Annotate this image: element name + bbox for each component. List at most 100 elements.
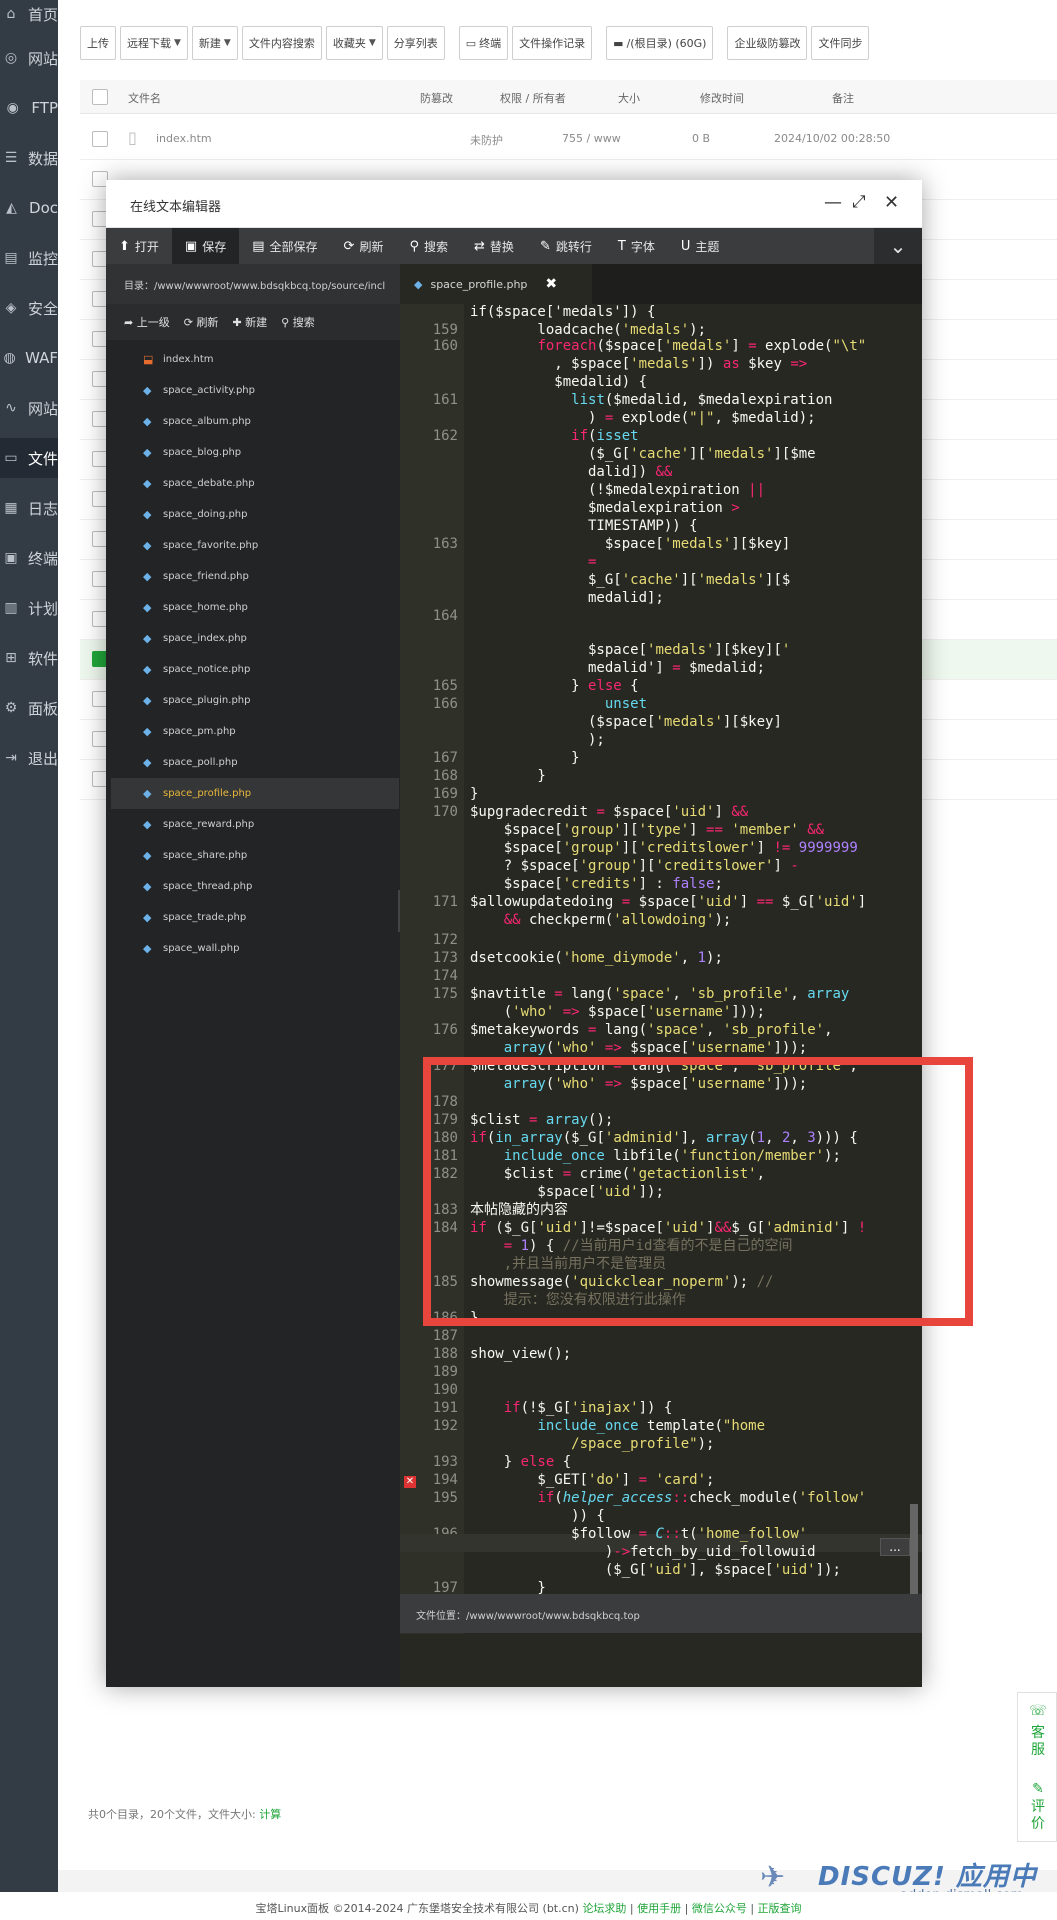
- toolbar-label: 上传: [87, 37, 109, 50]
- line-number: 172: [432, 932, 458, 948]
- support-icon[interactable]: ☏: [1028, 1703, 1048, 1720]
- terminal-button[interactable]: ▭ 终端: [458, 26, 509, 60]
- forum-link[interactable]: 论坛求助: [582, 1902, 626, 1915]
- php-file-icon: ◆: [414, 277, 423, 291]
- file-tree-item[interactable]: ◆ space_home.php: [111, 592, 399, 623]
- nav-item-4[interactable]: ◭ Doc: [0, 188, 58, 228]
- customer-service-link[interactable]: 客服: [1028, 1725, 1048, 1759]
- license-link[interactable]: 正版查询: [758, 1902, 802, 1915]
- review-link[interactable]: 评价: [1028, 1799, 1048, 1833]
- file-tree-item[interactable]: ◆ space_album.php: [111, 406, 399, 437]
- file-tree-item[interactable]: ◆ space_thread.php: [111, 871, 399, 902]
- file-tree-item[interactable]: ◆ space_friend.php: [111, 561, 399, 592]
- directory-path[interactable]: 目录：/www/wwwroot/www.bdsqkbcq.top/source/…: [106, 264, 400, 304]
- file-tree-item[interactable]: ◆ space_reward.php: [111, 809, 399, 840]
- nav-item-12[interactable]: ▥ 计划: [0, 588, 58, 628]
- operation-log-button[interactable]: 文件操作记录: [512, 26, 593, 60]
- parent-dir-button[interactable]: ➦ 上一级: [124, 314, 170, 330]
- file-tree-item[interactable]: ◆ space_plugin.php: [111, 685, 399, 716]
- nav-item-7[interactable]: ◍ WAF: [0, 338, 58, 378]
- file-tree-item[interactable]: ◆ space_trade.php: [111, 902, 399, 933]
- row-filename[interactable]: index.htm: [156, 132, 212, 145]
- file-tree-item[interactable]: ◆ space_activity.php: [111, 375, 399, 406]
- nav-item-6[interactable]: ◈ 安全: [0, 288, 58, 328]
- fold-more-button[interactable]: ...: [880, 1538, 910, 1556]
- file-tree-item[interactable]: ◆ space_blog.php: [111, 437, 399, 468]
- nav-item-3[interactable]: ☰ 数据: [0, 138, 58, 178]
- code-editor[interactable]: ◆ space_profile.php ✖ 159 160 161 162 163 164…: [400, 264, 922, 1687]
- table-row[interactable]: ▯ index.htm 未防护 755 / www 0 B 2024/10/02…: [80, 120, 1057, 160]
- tree-refresh-button[interactable]: ⟳ 刷新: [184, 314, 219, 330]
- file-tree-item[interactable]: ◆ space_wall.php: [111, 933, 399, 964]
- file-tree-item[interactable]: ◆ space_notice.php: [111, 654, 399, 685]
- maximize-icon[interactable]: ⤢: [852, 192, 866, 212]
- file-tree-item[interactable]: ◆ space_debate.php: [111, 468, 399, 499]
- nav-item-15[interactable]: ⇥ 退出: [0, 738, 58, 778]
- file-tree-item[interactable]: ◆ space_doing.php: [111, 499, 399, 530]
- nav-item-1[interactable]: ◎ 网站: [0, 38, 58, 78]
- nav-item-10[interactable]: ▦ 日志: [0, 488, 58, 528]
- menu-refresh[interactable]: ⟳ 刷新: [331, 228, 397, 264]
- content-search-button[interactable]: 文件内容搜索: [241, 26, 322, 60]
- php-file-icon: ◆: [143, 384, 152, 397]
- tab-space-profile[interactable]: ◆ space_profile.php ✖: [400, 264, 592, 304]
- upload-button[interactable]: 上传: [80, 26, 116, 60]
- menu-font[interactable]: T 字体: [605, 228, 668, 264]
- file-tree-item[interactable]: ◆ space_share.php: [111, 840, 399, 871]
- php-file-icon: ◆: [143, 539, 152, 552]
- nav-item-8[interactable]: ∿ 网站: [0, 388, 58, 428]
- wechat-link[interactable]: 微信公众号: [692, 1902, 747, 1915]
- row-protect[interactable]: 未防护: [470, 132, 503, 148]
- menu-goto[interactable]: ✎ 跳转行: [527, 228, 605, 264]
- row-permission[interactable]: 755 / www: [562, 132, 621, 145]
- nav-item-2[interactable]: ◉ FTP: [0, 88, 58, 128]
- tree-new-button[interactable]: ✚ 新建: [232, 314, 267, 330]
- row-checkbox[interactable]: [92, 131, 108, 147]
- code-line: list($medalid, $medalexpiration: [571, 392, 833, 408]
- nav-item-5[interactable]: ▤ 监控: [0, 238, 58, 278]
- col-mtime[interactable]: 修改时间: [700, 90, 744, 106]
- file-tree-item[interactable]: ◆ space_profile.php: [111, 778, 399, 809]
- menu-save-all[interactable]: ▤ 全部保存: [239, 228, 330, 264]
- nav-item-9[interactable]: ▭ 文件: [0, 438, 58, 478]
- new-button[interactable]: 新建 ▼: [191, 26, 238, 60]
- manual-link[interactable]: 使用手册: [637, 1902, 681, 1915]
- file-tree-item[interactable]: ◆ space_pm.php: [111, 716, 399, 747]
- col-name[interactable]: 文件名: [128, 90, 161, 106]
- share-list-button[interactable]: 分享列表: [386, 26, 445, 60]
- menu-upload[interactable]: ⬆ 打开: [106, 228, 172, 264]
- code-content[interactable]: if($space['medals']) { loadcache('medals…: [470, 304, 920, 1634]
- editor-scrollbar[interactable]: [910, 1504, 918, 1594]
- close-icon[interactable]: ✕: [884, 192, 899, 213]
- favorites-button[interactable]: 收藏夹 ▼: [325, 26, 383, 60]
- remote-download-button[interactable]: 远程下载 ▼: [120, 26, 188, 60]
- nav-item-14[interactable]: ⚙ 面板: [0, 688, 58, 728]
- line-number: 166: [432, 696, 458, 712]
- tree-search-button[interactable]: ⚲ 搜索: [281, 314, 315, 330]
- toolbar-label: 收藏夹: [332, 37, 366, 50]
- nav-label: 日志: [27, 499, 58, 518]
- tamper-proof-button[interactable]: 企业级防篡改: [727, 26, 808, 60]
- menu-save[interactable]: ▣ 保存: [171, 228, 240, 264]
- chevron-down-icon[interactable]: ⌄: [874, 228, 922, 264]
- file-tree-item[interactable]: ◆ space_favorite.php: [111, 530, 399, 561]
- minimize-icon[interactable]: —: [824, 192, 842, 213]
- menu-search[interactable]: ⚲ 搜索: [396, 228, 461, 264]
- nav-item-11[interactable]: ▣ 终端: [0, 538, 58, 578]
- nav-item-0[interactable]: ⌂ 首页: [0, 0, 58, 34]
- feedback-icon[interactable]: ✎: [1028, 1781, 1048, 1798]
- calculate-link[interactable]: 计算: [259, 1808, 281, 1821]
- menu-replace[interactable]: ⇄ 替换: [461, 228, 527, 264]
- file-sync-button[interactable]: 文件同步: [811, 26, 870, 60]
- error-marker-icon[interactable]: ✕: [404, 1476, 416, 1488]
- col-size[interactable]: 大小: [618, 90, 640, 106]
- close-tab-icon[interactable]: ✖: [545, 276, 557, 292]
- file-tree-item[interactable]: ⬓ index.htm: [111, 344, 399, 375]
- menu-theme[interactable]: U 主题: [668, 228, 733, 264]
- root-dir-button[interactable]: ▬/(根目录) (60G): [606, 26, 714, 60]
- nav-item-13[interactable]: ⊞ 软件: [0, 638, 58, 678]
- file-tree-item[interactable]: ◆ space_index.php: [111, 623, 399, 654]
- file-tree-item[interactable]: ◆ space_poll.php: [111, 747, 399, 778]
- php-file-icon: ◆: [143, 694, 152, 707]
- select-all-checkbox[interactable]: [92, 89, 108, 105]
